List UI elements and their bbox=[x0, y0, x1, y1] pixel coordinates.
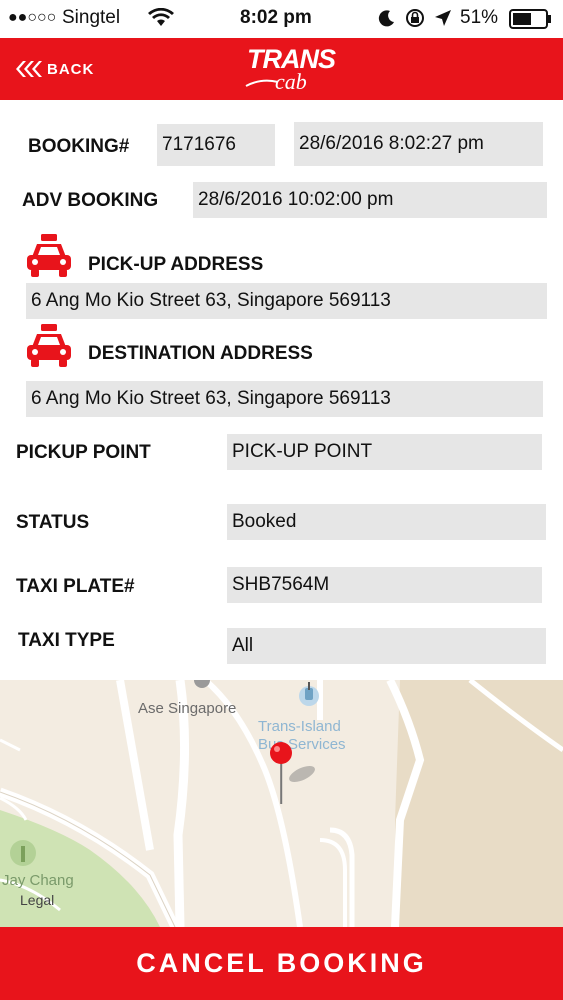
signal-strength: ●●○○○ bbox=[8, 9, 57, 26]
map-label-jay-chang: Jay Chang bbox=[2, 872, 74, 889]
park-icon bbox=[10, 840, 36, 866]
destination-address-label: DESTINATION ADDRESS bbox=[88, 343, 313, 364]
pickup-point-label: PICKUP POINT bbox=[16, 442, 151, 463]
app-header: BACK TRANS cab bbox=[0, 38, 563, 100]
taxi-plate-field: SHB7564M bbox=[227, 567, 542, 603]
poi-icon bbox=[194, 680, 210, 688]
clock: 8:02 pm bbox=[240, 7, 312, 28]
pickup-address-field: 6 Ang Mo Kio Street 63, Singapore 569113 bbox=[26, 283, 547, 319]
adv-booking-label: ADV BOOKING bbox=[22, 190, 159, 211]
map-label-ase: Ase Singapore bbox=[138, 700, 237, 717]
taxi-icon bbox=[27, 324, 71, 367]
map-label-trans-island: Trans-Island bbox=[258, 718, 341, 735]
location-arrow-icon bbox=[435, 10, 451, 26]
back-button[interactable]: BACK bbox=[14, 60, 94, 78]
pickup-address-label: PICK-UP ADDRESS bbox=[88, 254, 264, 275]
moon-icon bbox=[378, 10, 394, 27]
booking-created-field: 28/6/2016 8:02:27 pm bbox=[294, 122, 543, 166]
adv-booking-field: 28/6/2016 10:02:00 pm bbox=[193, 182, 547, 218]
rotation-lock-icon bbox=[406, 9, 424, 27]
battery-percent: 51% bbox=[460, 7, 499, 28]
booking-number-label: BOOKING# bbox=[28, 136, 130, 157]
carrier-name: Singtel bbox=[62, 7, 121, 28]
transcab-logo: TRANS cab bbox=[245, 44, 336, 96]
map-legal-link[interactable]: Legal bbox=[20, 892, 54, 908]
battery-icon bbox=[509, 9, 551, 29]
booking-number-field: 7171676 bbox=[157, 124, 275, 166]
status-field: Booked bbox=[227, 504, 546, 540]
taxi-icon bbox=[27, 234, 71, 277]
taxi-type-field: All bbox=[227, 628, 546, 664]
map-view[interactable]: Ase Singapore Trans-Island Bus Services … bbox=[0, 680, 563, 927]
status-label: STATUS bbox=[16, 512, 90, 533]
bus-station-icon bbox=[299, 682, 319, 706]
pickup-point-field: PICK-UP POINT bbox=[227, 434, 542, 470]
destination-address-field: 6 Ang Mo Kio Street 63, Singapore 569113 bbox=[26, 381, 543, 417]
cancel-booking-button[interactable]: CANCEL BOOKING bbox=[0, 927, 563, 1000]
logo-text-bottom: cab bbox=[275, 69, 307, 94]
taxi-type-label: TAXI TYPE bbox=[18, 630, 115, 651]
taxi-plate-label: TAXI PLATE# bbox=[16, 576, 135, 597]
logo-swoosh-icon bbox=[245, 79, 279, 87]
double-chevron-left-icon bbox=[16, 61, 42, 77]
wifi-icon bbox=[148, 8, 174, 26]
back-label: BACK bbox=[47, 60, 95, 78]
map-pin-icon[interactable] bbox=[268, 740, 328, 808]
status-bar: ●●○○○ Singtel 8:02 pm 51% bbox=[0, 0, 563, 38]
